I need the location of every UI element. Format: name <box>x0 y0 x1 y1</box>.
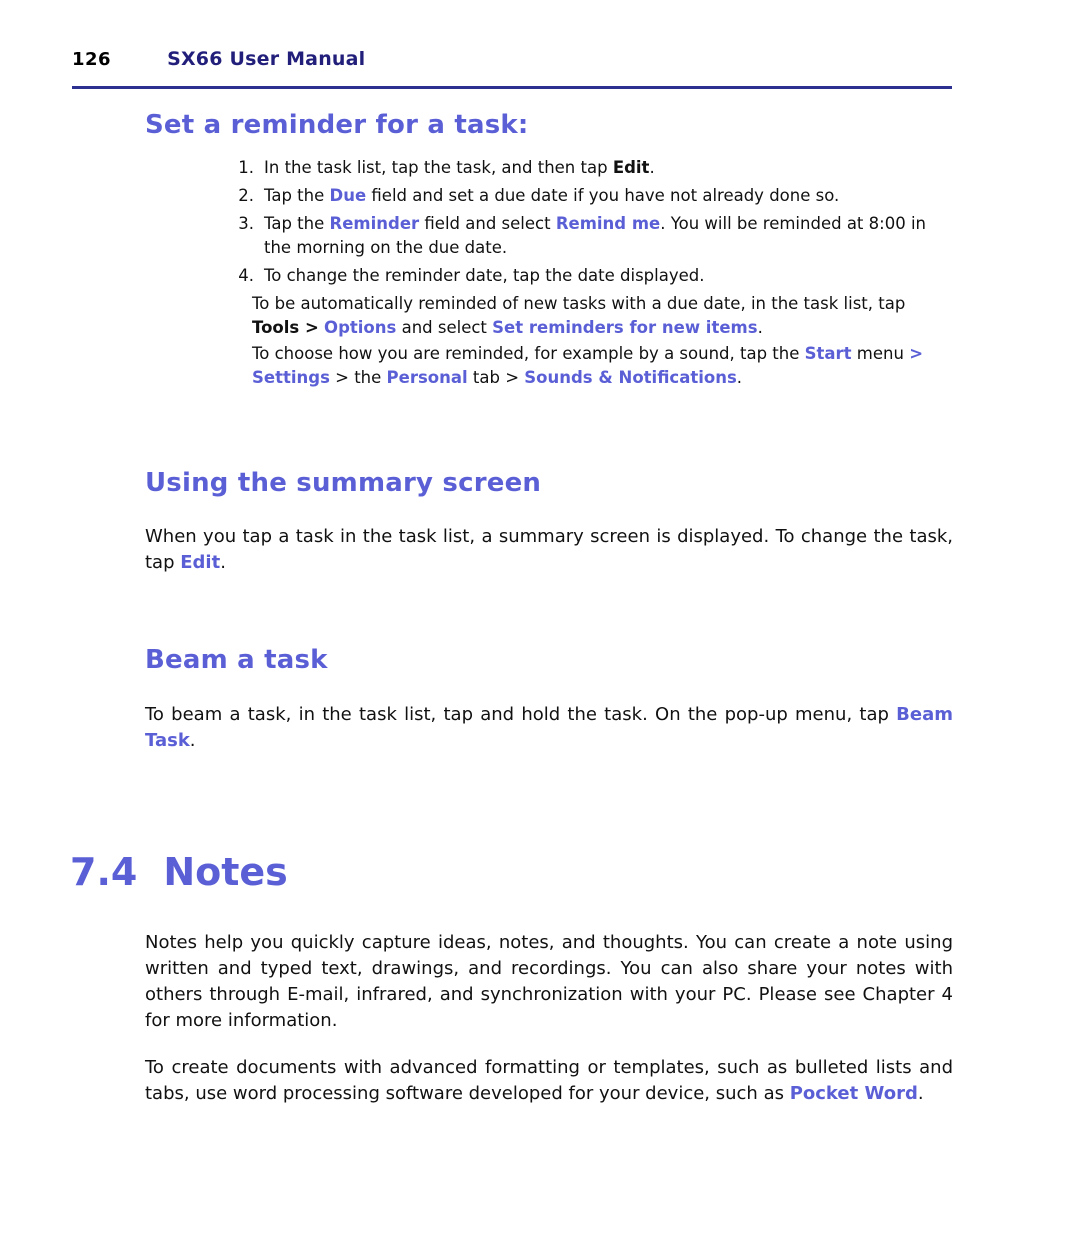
notes-paragraph-1-block: Notes help you quickly capture ideas, no… <box>145 930 953 1034</box>
plain-text: When you tap a task in the task list, a … <box>145 526 953 573</box>
accent-text: Start <box>804 344 852 363</box>
reminder-note-1: To be automatically reminded of new task… <box>252 292 954 340</box>
plain-text: . <box>736 368 743 387</box>
bold-text: Tools > <box>252 318 319 337</box>
summary-heading-block: Using the summary screen <box>145 468 955 498</box>
plain-text: Tap the <box>264 186 330 205</box>
header-row: 126 SX66 User Manual <box>72 48 952 70</box>
plain-text: To choose how you are reminded, for exam… <box>252 344 805 363</box>
list-item-number: 3. <box>238 214 254 233</box>
notes-chapter-heading: 7.4 Notes <box>70 850 950 894</box>
chapter-head-row: 7.4 Notes <box>70 850 950 894</box>
header-divider <box>72 86 952 89</box>
plain-text: To change the reminder date, tap the dat… <box>264 266 705 285</box>
accent-text: Reminder <box>329 214 420 233</box>
plain-text: field and select <box>419 214 556 233</box>
chapter-title: Notes <box>163 850 288 894</box>
reminder-steps: 1. In the task list, tap the task, and th… <box>230 156 955 292</box>
plain-text: . <box>189 730 196 751</box>
summary-body-block: When you tap a task in the task list, a … <box>145 524 953 576</box>
beam-heading: Beam a task <box>145 645 328 675</box>
page-header: 126 SX66 User Manual <box>72 48 952 84</box>
reminder-note-2: To choose how you are reminded, for exam… <box>252 342 954 390</box>
plain-text: Notes help you quickly capture ideas, no… <box>145 932 953 1031</box>
plain-text: To be automatically reminded of new task… <box>252 294 906 313</box>
beam-heading-block: Beam a task <box>145 645 955 675</box>
beam-body-block: To beam a task, in the task list, tap an… <box>145 702 953 754</box>
plain-text: tab > <box>467 368 525 387</box>
accent-text: Options <box>324 318 397 337</box>
notes-paragraph-2-block: To create documents with advanced format… <box>145 1055 953 1107</box>
plain-text: field and set a due date if you have not… <box>366 186 840 205</box>
reminder-heading-block: Set a reminder for a task: <box>145 110 955 140</box>
accent-text: Set reminders for new items <box>492 318 758 337</box>
document-page: 126 SX66 User Manual Set a reminder for … <box>0 0 1080 1259</box>
list-item-number: 4. <box>238 266 254 285</box>
summary-heading: Using the summary screen <box>145 468 542 498</box>
notes-paragraph-2: To create documents with advanced format… <box>145 1055 953 1107</box>
list-item-number: 1. <box>238 158 254 177</box>
plain-text: menu <box>851 344 910 363</box>
plain-text: To beam a task, in the task list, tap an… <box>145 704 897 725</box>
accent-text: Pocket Word <box>789 1083 918 1104</box>
reminder-steps-list: 1. In the task list, tap the task, and th… <box>230 156 955 288</box>
plain-text: > the <box>329 368 387 387</box>
summary-body: When you tap a task in the task list, a … <box>145 524 953 576</box>
chapter-number: 7.4 <box>70 850 138 894</box>
page-number: 126 <box>72 49 112 70</box>
manual-title: SX66 User Manual <box>167 48 366 70</box>
list-item-text: Tap the Due field and set a due date if … <box>264 186 839 205</box>
plain-text: . <box>757 318 763 337</box>
notes-paragraph-1: Notes help you quickly capture ideas, no… <box>145 930 953 1034</box>
list-item: 1. In the task list, tap the task, and th… <box>230 156 955 180</box>
bold-text: Edit <box>612 158 650 177</box>
list-item-number: 2. <box>238 186 254 205</box>
plain-text: . <box>649 158 655 177</box>
list-item-text: To change the reminder date, tap the dat… <box>264 266 704 285</box>
list-item: 4. To change the reminder date, tap the d… <box>230 264 955 288</box>
accent-text: Edit <box>180 552 221 573</box>
reminder-heading: Set a reminder for a task: <box>145 110 529 140</box>
list-item: 3. Tap the Reminder field and select Remi… <box>230 212 955 260</box>
plain-text: In the task list, tap the task, and then… <box>264 158 613 177</box>
plain-text: . <box>220 552 226 573</box>
accent-text: Due <box>329 186 367 205</box>
beam-body: To beam a task, in the task list, tap an… <box>145 702 953 754</box>
accent-text: Sounds & Notifications <box>524 368 737 387</box>
accent-text: Personal <box>386 368 468 387</box>
plain-text: Tap the <box>264 214 330 233</box>
list-item-text: Tap the Reminder field and select Remind… <box>264 214 926 257</box>
list-item-text: In the task list, tap the task, and then… <box>264 158 655 177</box>
list-item: 2. Tap the Due field and set a due date i… <box>230 184 955 208</box>
plain-text: and select <box>396 318 493 337</box>
accent-text: Remind me <box>555 214 661 233</box>
plain-text: . <box>917 1083 924 1104</box>
